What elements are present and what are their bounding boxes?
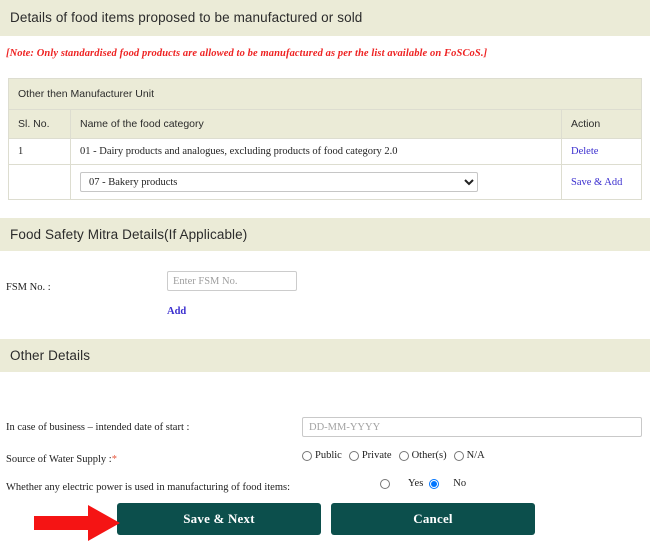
cell-action: Delete: [561, 138, 641, 165]
food-category-table: Other then Manufacturer Unit Sl. No. Nam…: [9, 79, 641, 200]
cell-category: 01 - Dairy products and analogues, exclu…: [70, 138, 562, 165]
water-supply-radio-private[interactable]: [348, 450, 359, 461]
fsm-no-input[interactable]: [167, 271, 297, 291]
cell-sl-no-empty: [9, 164, 71, 200]
water-supply-option-private[interactable]: Private: [348, 450, 392, 461]
electric-power-option-no-label: No: [453, 478, 467, 489]
water-supply-option-na[interactable]: N/A: [453, 450, 485, 461]
water-supply-radio-others[interactable]: [398, 450, 409, 461]
section-header-food-items: Details of food items proposed to be man…: [0, 0, 650, 36]
table-row-new-entry: 07 - Bakery products Save & Add: [9, 164, 641, 200]
fsm-no-label: FSM No. :: [6, 282, 51, 293]
column-header-category: Name of the food category: [70, 110, 562, 139]
column-header-sl-no: Sl. No.: [9, 110, 71, 139]
table-header-row: Sl. No. Name of the food category Action: [9, 110, 641, 139]
required-asterisk: *: [111, 454, 117, 465]
water-supply-option-public-label: Public: [315, 450, 342, 461]
column-header-action: Action: [561, 110, 641, 139]
save-next-button[interactable]: Save & Next: [117, 503, 321, 535]
table-caption-unit-type: Other then Manufacturer Unit: [9, 79, 641, 110]
electric-power-radio-yes[interactable]: [380, 478, 390, 489]
electric-power-radio-group: Yes No: [380, 478, 466, 489]
electric-power-option-yes-label: Yes: [408, 478, 424, 489]
water-supply-label-text: Source of Water Supply :: [6, 454, 112, 465]
water-supply-option-na-label: N/A: [466, 450, 485, 461]
section-header-food-safety-mitra: Food Safety Mitra Details(If Applicable): [0, 218, 650, 251]
water-supply-option-private-label: Private: [361, 450, 392, 461]
intended-start-date-input[interactable]: [302, 417, 642, 437]
electric-power-radio-no[interactable]: [429, 478, 440, 489]
electric-power-label: Whether any electric power is used in ma…: [6, 482, 290, 493]
cancel-button[interactable]: Cancel: [331, 503, 535, 535]
food-category-select[interactable]: 07 - Bakery products: [80, 172, 478, 192]
cell-category-select: 07 - Bakery products: [70, 164, 562, 200]
standardised-products-note: [Note: Only standardised food products a…: [6, 48, 488, 59]
water-supply-radio-public[interactable]: [302, 450, 312, 461]
save-and-add-link[interactable]: Save & Add: [571, 177, 622, 188]
water-supply-option-others-label: Other(s): [411, 450, 447, 461]
cell-action-save-add: Save & Add: [561, 164, 641, 200]
delete-link[interactable]: Delete: [571, 146, 598, 157]
intended-start-date-label: In case of business – intended date of s…: [6, 422, 190, 433]
section-header-other-details: Other Details: [0, 339, 650, 372]
cell-sl-no: 1: [9, 138, 71, 165]
water-supply-radio-na[interactable]: [453, 450, 464, 461]
water-supply-radio-group: Public Private Other(s) N/A: [302, 450, 492, 461]
table-row: 1 01 - Dairy products and analogues, exc…: [9, 138, 641, 165]
water-supply-option-public[interactable]: Public: [302, 450, 342, 461]
fsm-details-block: FSM No. : Add: [0, 251, 650, 339]
other-details-block: In case of business – intended date of s…: [0, 372, 650, 493]
form-action-buttons: Save & Next Cancel: [0, 503, 650, 539]
fsm-add-link[interactable]: Add: [167, 306, 186, 317]
food-category-table-wrapper: Other then Manufacturer Unit Sl. No. Nam…: [8, 78, 642, 200]
water-supply-option-others[interactable]: Other(s): [398, 450, 447, 461]
water-supply-label: Source of Water Supply :*: [6, 454, 117, 465]
